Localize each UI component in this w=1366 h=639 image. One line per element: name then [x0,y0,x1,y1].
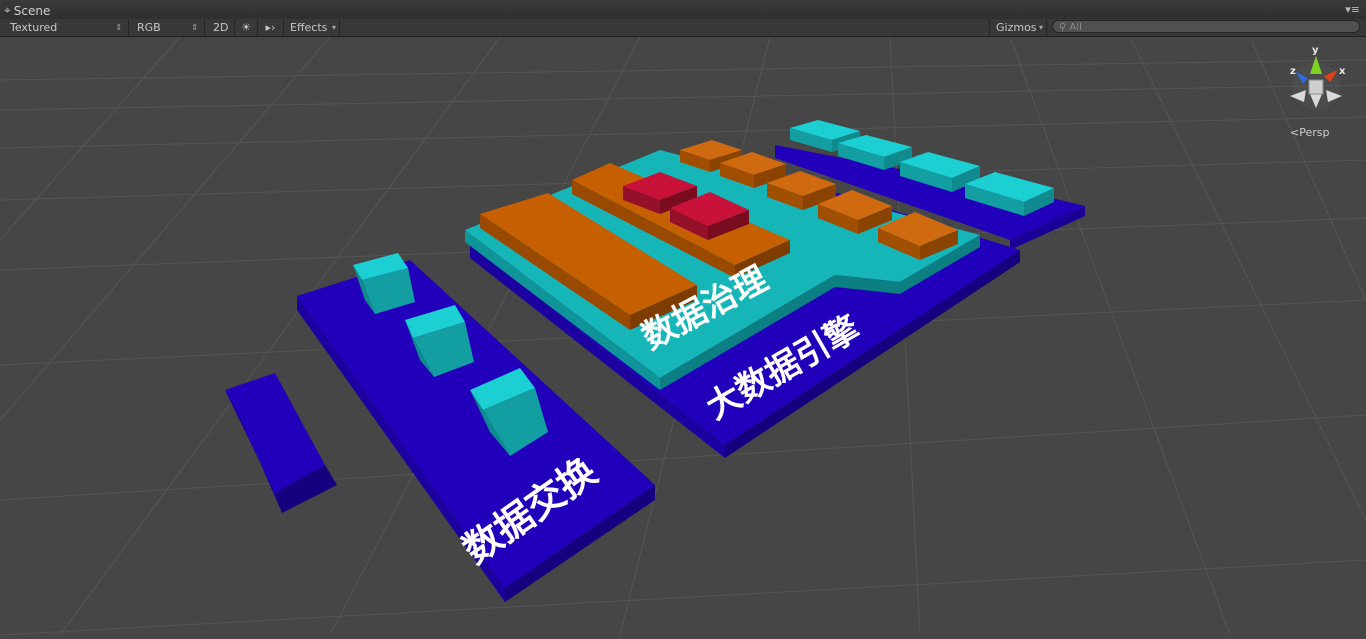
speaker-icon[interactable]: ▸› [258,19,284,36]
scene-tab-label: Scene [13,3,51,18]
chevron-down-icon: ▾ [331,23,336,32]
y-axis-label: y [1312,45,1319,56]
dropdown-arrows-icon: ⇕ [191,23,198,32]
gizmos-dropdown[interactable]: Gizmos ▾ [989,19,1047,36]
gizmos-label: Gizmos [996,21,1037,34]
search-input[interactable]: ⚲ All [1052,20,1360,33]
persp-icon: < [1290,126,1300,139]
search-placeholder: All [1069,22,1082,33]
grid-icon: ⌖ [4,3,11,17]
scene-tab[interactable]: ⌖ Scene [4,2,50,19]
color-mode-dropdown[interactable]: RGB ⇕ [131,19,205,36]
render-mode-dropdown[interactable]: Textured ⇕ [4,19,129,36]
render-mode-value: Textured [10,21,58,34]
sun-icon[interactable]: ☀ [235,19,258,36]
projection-label: Persp [1299,126,1330,139]
chevron-down-icon: ▾ [1038,23,1043,32]
x-axis-label: x [1339,66,1346,77]
effects-label: Effects [290,21,328,34]
scene-toolbar: Textured ⇕ RGB ⇕ 2D ☀ ▸› Effects ▾ Gizmo… [0,19,1366,37]
search-icon: ⚲ [1059,22,1067,33]
z-axis-label: z [1290,66,1296,77]
mode-2d-toggle[interactable]: 2D [207,19,235,36]
dropdown-arrows-icon: ⇕ [115,23,122,32]
scene-canvas: 数据治理 大数据引擎 数据交换 y x z [0,36,1366,636]
mode-2d-label: 2D [213,21,229,34]
scene-window: ⌖ Scene ▾≡ Textured ⇕ RGB ⇕ 2D ☀ ▸› Effe… [0,0,1366,636]
scene-tab-bar: ⌖ Scene ▾≡ [0,0,1366,20]
menu-icon[interactable]: ▾≡ [1345,3,1360,16]
color-mode-value: RGB [137,21,161,34]
gizmo-center-cube[interactable] [1308,79,1324,95]
projection-toggle[interactable]: <Persp [1290,126,1329,139]
scene-viewport[interactable]: 数据治理 大数据引擎 数据交换 y x z [0,36,1366,636]
effects-dropdown[interactable]: Effects ▾ [284,19,340,36]
